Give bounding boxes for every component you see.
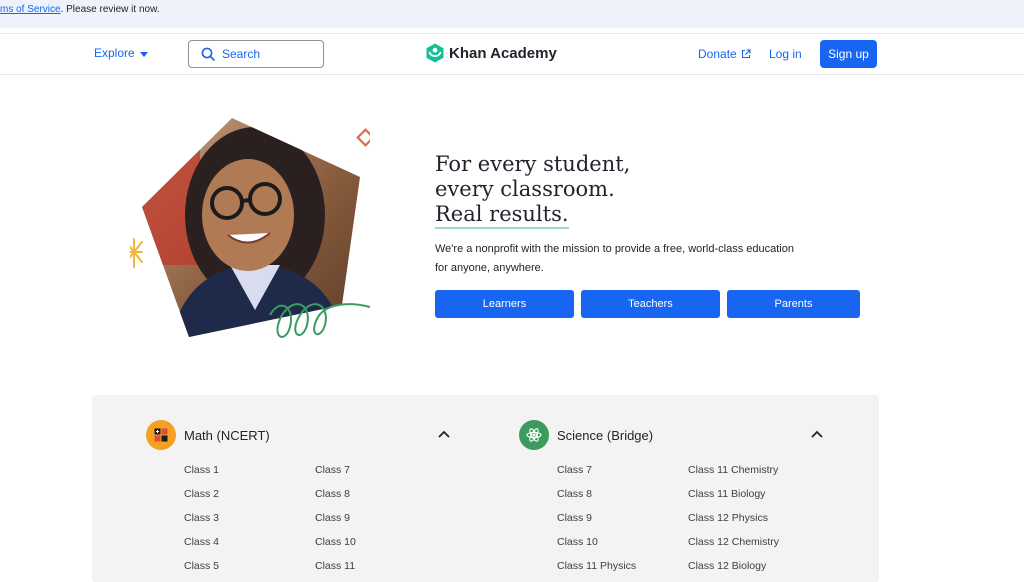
science-link-class-12-physics[interactable]: Class 12 Physics [688, 512, 768, 524]
headline-line-3: Real results. [435, 202, 569, 229]
headline-line-1: For every student, [435, 152, 631, 176]
math-link-class-7[interactable]: Class 7 [315, 464, 350, 476]
hero-headline: For every student, every classroom. Real… [435, 152, 631, 229]
math-link-class-9[interactable]: Class 9 [315, 512, 350, 524]
explore-label: Explore [94, 46, 135, 60]
search-icon [201, 47, 215, 61]
math-link-class-4[interactable]: Class 4 [184, 536, 219, 548]
math-icon [146, 420, 176, 450]
banner-message: . Please review it now. [60, 4, 160, 15]
math-link-class-10[interactable]: Class 10 [315, 536, 356, 548]
headline-line-2: every classroom. [435, 177, 615, 201]
science-icon [519, 420, 549, 450]
brand-name: Khan Academy [449, 44, 557, 62]
search-button[interactable]: Search [188, 40, 324, 68]
caret-down-icon [139, 51, 148, 57]
donate-label: Donate [698, 47, 737, 61]
khan-academy-logo[interactable]: Khan Academy [426, 43, 557, 63]
courses-panel: Math (NCERT) Class 1 Class 2 Class 3 Cla… [92, 395, 879, 582]
learners-button[interactable]: Learners [435, 290, 574, 318]
math-link-class-8[interactable]: Class 8 [315, 488, 350, 500]
search-label: Search [222, 47, 261, 61]
science-link-class-8[interactable]: Class 8 [557, 488, 592, 500]
science-link-class-11-biology[interactable]: Class 11 Biology [688, 488, 765, 500]
hero-student-photo [130, 118, 370, 338]
terms-of-service-link[interactable]: ms of Service [0, 4, 61, 15]
math-course-title[interactable]: Math (NCERT) [184, 428, 270, 443]
chevron-up-icon[interactable] [437, 429, 451, 439]
subtext-line-1: We're a nonprofit with the mission to pr… [435, 243, 794, 255]
science-course-title[interactable]: Science (Bridge) [557, 428, 653, 443]
login-link[interactable]: Log in [769, 47, 802, 61]
donate-link[interactable]: Donate [698, 47, 751, 61]
science-link-class-12-biology[interactable]: Class 12 Biology [688, 560, 766, 572]
teachers-button[interactable]: Teachers [581, 290, 720, 318]
science-link-class-11-physics[interactable]: Class 11 Physics [557, 560, 636, 572]
explore-menu-button[interactable]: Explore [94, 46, 148, 60]
signup-button[interactable]: Sign up [820, 40, 877, 68]
math-link-class-1[interactable]: Class 1 [184, 464, 219, 476]
science-link-class-9[interactable]: Class 9 [557, 512, 592, 524]
math-link-class-5[interactable]: Class 5 [184, 560, 219, 572]
math-link-class-11[interactable]: Class 11 [315, 560, 355, 572]
chevron-up-icon[interactable] [810, 429, 824, 439]
science-link-class-11-chemistry[interactable]: Class 11 Chemistry [688, 464, 778, 476]
parents-button[interactable]: Parents [727, 290, 860, 318]
math-link-class-2[interactable]: Class 2 [184, 488, 219, 500]
sparkle-decoration [130, 238, 143, 268]
external-link-icon [741, 49, 751, 59]
notice-banner: ms of Service. Please review it now. [0, 0, 1024, 28]
science-link-class-10[interactable]: Class 10 [557, 536, 598, 548]
top-nav: Explore Search Khan Academy Donate Log i… [0, 34, 1024, 75]
science-link-class-12-chemistry[interactable]: Class 12 Chemistry [688, 536, 779, 548]
khan-academy-logo-icon [426, 43, 444, 63]
science-link-class-7[interactable]: Class 7 [557, 464, 592, 476]
math-link-class-3[interactable]: Class 3 [184, 512, 219, 524]
hero-subtext: We're a nonprofit with the mission to pr… [435, 240, 815, 278]
subtext-line-2: for anyone, anywhere. [435, 262, 544, 274]
